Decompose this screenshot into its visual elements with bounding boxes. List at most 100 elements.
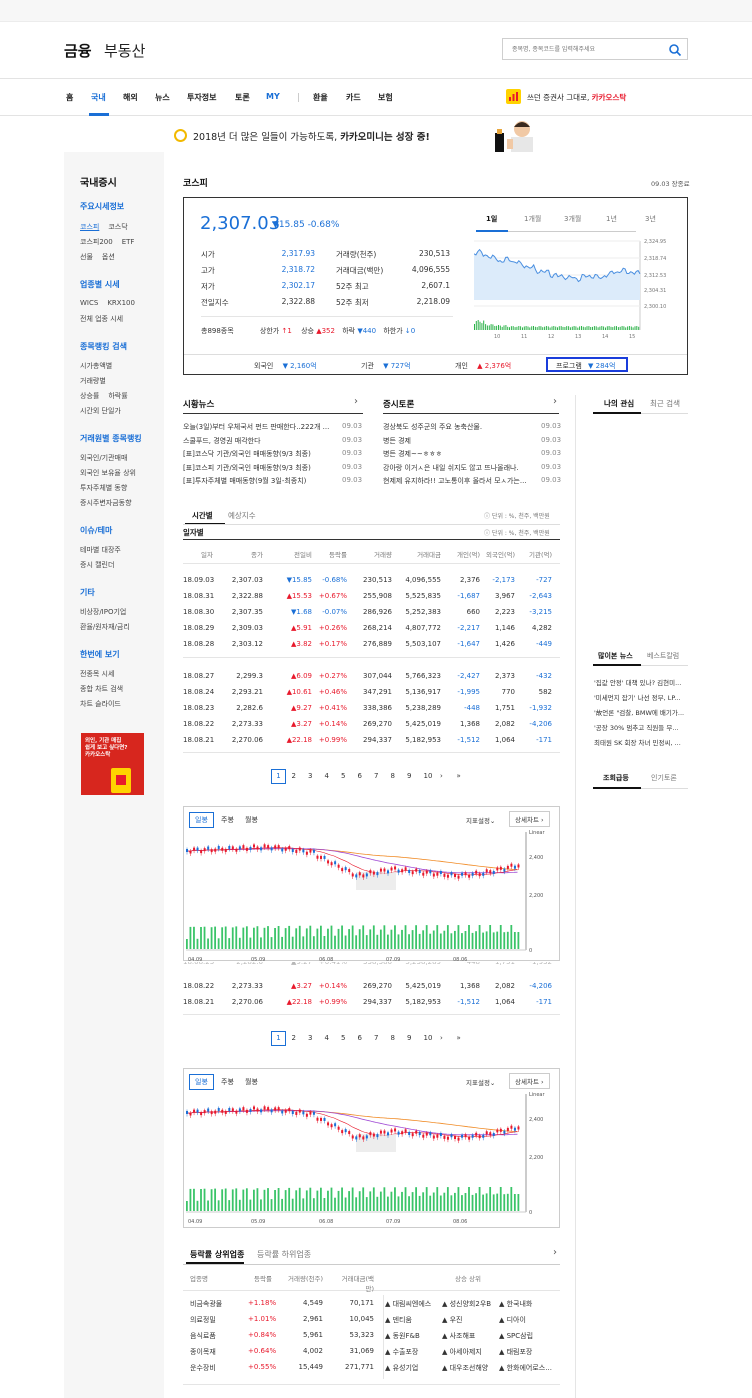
nav-news[interactable]: 뉴스 [155, 92, 170, 103]
most-viewed-news[interactable]: '故언론 "검찰, BMW에 배기가... [594, 707, 690, 717]
news-item[interactable]: 오늘(3일)부터 우체국서 펀드 판매한다..222개 ... [183, 422, 335, 432]
indicator-setting[interactable]: 지표설정⌄ [466, 1077, 495, 1087]
top-stock[interactable]: ▲ 한화에어로스... [499, 1363, 559, 1373]
top-stock[interactable]: ▲ 태림포장 [499, 1347, 559, 1357]
sidebar-item-chart-search[interactable]: 종합 차트 검색 [80, 684, 123, 694]
forum-item[interactable]: 병든 경제 [383, 436, 527, 446]
forum-item[interactable]: 병든 경제~~ㅎㅎㅎ [383, 449, 527, 459]
tab-top-sectors[interactable]: 등락률 상위업종 [190, 1249, 244, 1260]
page-link[interactable]: 2 [292, 1034, 296, 1042]
sidebar-item-krx100[interactable]: KRX100 [107, 299, 135, 307]
page-link[interactable]: › [440, 1034, 443, 1042]
sidebar-head-etc[interactable]: 기타 [80, 587, 95, 598]
sidebar-item-foreign-hold[interactable]: 외국인 보유율 상위 [80, 468, 136, 478]
tab-rising-views[interactable]: 조회급등 [603, 773, 629, 783]
chart-tab-daily[interactable]: 일봉 [189, 812, 214, 828]
page-link[interactable]: › [440, 772, 443, 780]
tab-hourly[interactable]: 시간별 [192, 510, 213, 521]
market-news-title[interactable]: 시황뉴스 [183, 398, 214, 410]
sidebar-head-overview[interactable]: 한번에 보기 [80, 649, 120, 660]
top-stock[interactable]: ▲ 대우조선해양 [442, 1363, 502, 1373]
sidebar-item-rise[interactable]: 상승률 [80, 392, 99, 400]
sidebar-item-wics[interactable]: WICS [80, 299, 98, 307]
forum-title[interactable]: 증시토론 [383, 398, 414, 410]
sector-name[interactable]: 음식료품 [190, 1331, 216, 1341]
most-viewed-news[interactable]: '집값 안정' 대책 있나? 김현미... [594, 677, 690, 687]
sidebar-item-chart-slide[interactable]: 차트 슬라이드 [80, 699, 121, 709]
tab-1day[interactable]: 1일 [486, 214, 497, 224]
sidebar-item-options[interactable]: 옵션 [102, 253, 115, 261]
nav-card[interactable]: 카드 [346, 92, 361, 103]
sidebar-item-marketcap[interactable]: 시가총액별 [80, 361, 112, 371]
chart-tab-monthly[interactable]: 월봉 [245, 815, 258, 825]
nav-forum[interactable]: 토론 [235, 92, 250, 103]
most-viewed-news[interactable]: '공장 30% 멈추고 직원들 무... [594, 722, 690, 732]
page-link[interactable]: 2 [292, 772, 296, 780]
page-link[interactable]: 8 [391, 772, 395, 780]
nav-my[interactable]: MY [266, 92, 280, 101]
sidebar-item-kospi200[interactable]: 코스피200 [80, 238, 113, 246]
page-link[interactable]: 8 [391, 1034, 395, 1042]
sidebar-item-calendar[interactable]: 증시 캘린더 [80, 560, 114, 570]
top-stock[interactable]: ▲ 대림씨엔에스 [385, 1299, 445, 1309]
tab-expected[interactable]: 예상지수 [228, 510, 256, 521]
page-current[interactable]: 1 [271, 1031, 286, 1046]
sidebar-item-all-quotes[interactable]: 전종목 시세 [80, 669, 114, 679]
search-box[interactable] [502, 38, 688, 60]
nav-insurance[interactable]: 보험 [378, 92, 393, 103]
page-link[interactable]: 6 [358, 772, 362, 780]
sector-name[interactable]: 의료정밀 [190, 1315, 216, 1325]
tab-3month[interactable]: 3개월 [564, 214, 581, 224]
sidebar-item-kospi[interactable]: 코스피 [80, 223, 99, 231]
page-link[interactable]: 10 [424, 772, 433, 780]
page-link[interactable]: 9 [407, 1034, 411, 1042]
page-link[interactable]: 6 [358, 1034, 362, 1042]
chart-tab-weekly[interactable]: 주봉 [221, 1077, 234, 1087]
kakaostock-ad[interactable]: 외인, 기관 매집 쉽게 보고 싶다면? 카카오스탁 [81, 733, 144, 795]
chart-tab-daily[interactable]: 일봉 [189, 1074, 214, 1090]
detail-chart-button[interactable]: 상세차트 › [509, 811, 550, 827]
sidebar-item-kosdaq[interactable]: 코스닥 [108, 223, 127, 231]
sidebar-item-afterhours[interactable]: 시간외 단일가 [80, 406, 121, 416]
realestate-link[interactable]: 부동산 [104, 40, 145, 61]
tab-my-interest[interactable]: 나의 관심 [604, 398, 634, 409]
page-link[interactable]: 3 [308, 772, 312, 780]
finance-logo[interactable]: 금융 [64, 40, 92, 61]
nav-home[interactable]: 홈 [66, 92, 73, 103]
forum-more-icon[interactable]: › [553, 396, 557, 407]
sector-name[interactable]: 종이목재 [190, 1347, 216, 1357]
page-link[interactable]: 10 [424, 1034, 433, 1042]
top-stock[interactable]: ▲ 한국내화 [499, 1299, 559, 1309]
page-link[interactable]: 9 [407, 772, 411, 780]
top-stock[interactable]: ▲ 사조해표 [442, 1331, 502, 1341]
forum-item[interactable]: 강아랑 이거ㅅ은 내일 쉬지도 않고 뜨나올래나. [383, 463, 527, 473]
nav-exchange[interactable]: 환율 [313, 92, 328, 103]
sidebar-item-funds[interactable]: 증시주변자금동향 [80, 498, 132, 508]
sidebar-item-etf[interactable]: ETF [122, 238, 135, 246]
page-current[interactable]: 1 [271, 769, 286, 784]
forum-item[interactable]: 현제제 유지하라!! 고노통이후 올라서 모ㅅ가는... [383, 476, 527, 486]
sidebar-item-all-sectors[interactable]: 전체 업종 시세 [80, 314, 123, 324]
sidebar-item-theme-leader[interactable]: 테마별 대장주 [80, 545, 121, 555]
detail-chart-button[interactable]: 상세차트 › [509, 1073, 550, 1089]
forum-item[interactable]: 경상북도 성주군의 주요 농축산물. [383, 422, 527, 432]
tab-3year[interactable]: 3년 [645, 214, 656, 224]
tab-bottom-sectors[interactable]: 등락률 하위업종 [257, 1249, 311, 1260]
page-link[interactable]: » [457, 1034, 461, 1042]
kakaostock-icon[interactable] [506, 89, 521, 104]
sector-name[interactable]: 운수장비 [190, 1363, 216, 1373]
most-viewed-news[interactable]: 최태원 SK 회장 차녀 민정씨, ... [594, 737, 690, 747]
top-stock[interactable]: ▲ 성신양회2우B [442, 1299, 502, 1309]
page-link[interactable]: » [457, 772, 461, 780]
sidebar-head-sector[interactable]: 업종별 시세 [80, 279, 120, 290]
sidebar-item-fx[interactable]: 환율/원자재/금리 [80, 622, 130, 632]
top-stock[interactable]: ▲ 덴티움 [385, 1315, 445, 1325]
news-item[interactable]: [표]코스피 기관/외국인 매매동향(9/3 최종) [183, 463, 335, 473]
top-stock[interactable]: ▲ 동원F&B [385, 1331, 445, 1341]
sidebar-head-theme[interactable]: 이슈/테마 [80, 525, 112, 536]
tab-popular-forum[interactable]: 인기토론 [651, 773, 677, 783]
tab-most-viewed[interactable]: 많이본 뉴스 [598, 651, 633, 661]
page-link[interactable]: 3 [308, 1034, 312, 1042]
tab-best-column[interactable]: 베스트칼럼 [647, 651, 679, 661]
news-item[interactable]: 스쿨푸드, 경영권 매각한다 [183, 436, 335, 446]
